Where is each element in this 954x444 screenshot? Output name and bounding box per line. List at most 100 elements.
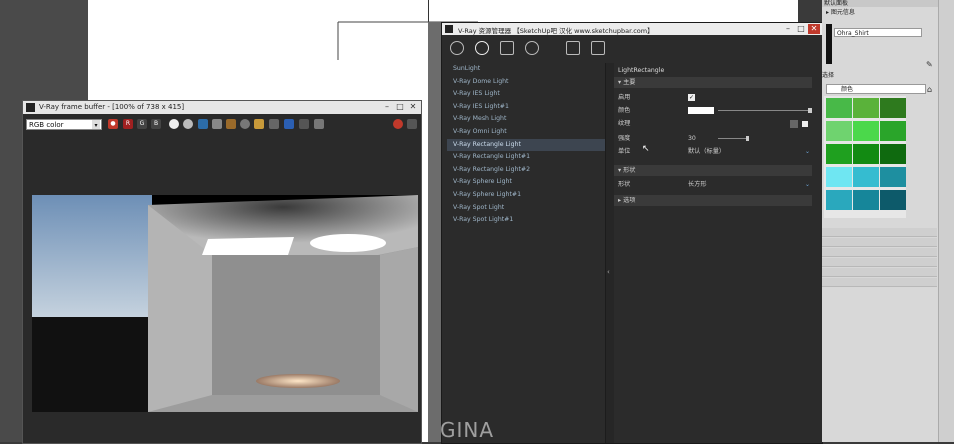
- light-list-item[interactable]: V-Ray Rectangle Light#2: [447, 164, 605, 176]
- home-icon[interactable]: ⌂: [927, 85, 935, 94]
- material-swatch[interactable]: [880, 121, 906, 141]
- track-mouse-icon[interactable]: [240, 119, 250, 129]
- tray-section-bar[interactable]: [822, 268, 937, 277]
- render-scene: [32, 195, 418, 412]
- paint-bucket-icon[interactable]: ✎: [926, 60, 934, 69]
- close-button[interactable]: ✕: [407, 102, 419, 112]
- panel-splitter[interactable]: ‹: [605, 63, 614, 443]
- tray-scrollbar[interactable]: [938, 0, 954, 442]
- color-swatch[interactable]: [688, 107, 714, 114]
- tray-section-bar[interactable]: [822, 258, 937, 267]
- section-options[interactable]: ▸ 选项: [614, 195, 812, 206]
- lens-effects-icon[interactable]: [299, 119, 309, 129]
- intensity-value[interactable]: 30: [688, 133, 696, 144]
- minimize-button[interactable]: –: [782, 24, 794, 34]
- section-main[interactable]: ▾ 主要: [614, 77, 812, 88]
- material-swatch[interactable]: [853, 167, 879, 187]
- clear-image-icon[interactable]: [212, 119, 222, 129]
- green-channel-button[interactable]: G: [137, 119, 147, 129]
- alpha-channel-icon[interactable]: [169, 119, 179, 129]
- enabled-checkbox[interactable]: ✓: [688, 94, 695, 101]
- material-name-field[interactable]: Ohra_Shirt: [834, 28, 922, 37]
- light-list-item[interactable]: V-Ray Rectangle Light#1: [447, 151, 605, 163]
- chevron-down-icon[interactable]: ⌄: [805, 179, 810, 190]
- color-picker-icon[interactable]: ●: [108, 119, 118, 129]
- materials-tab-icon[interactable]: [450, 41, 464, 55]
- red-channel-button[interactable]: R: [123, 119, 133, 129]
- light-list-item[interactable]: V-Ray Rectangle Light: [447, 138, 605, 151]
- blue-channel-button[interactable]: B: [151, 119, 161, 129]
- light-list-item[interactable]: V-Ray Spot Light#1: [447, 214, 605, 226]
- close-button[interactable]: ✕: [808, 24, 820, 34]
- color-slider-handle[interactable]: [808, 108, 812, 113]
- shape-row: 形状 长方形 ⌄: [618, 179, 810, 190]
- mono-channel-icon[interactable]: [183, 119, 193, 129]
- link-icon[interactable]: [269, 119, 279, 129]
- material-swatch[interactable]: [853, 190, 879, 210]
- intensity-label: 强度: [618, 135, 631, 142]
- intensity-slider[interactable]: [718, 138, 748, 139]
- light-list-item[interactable]: V-Ray Mesh Light: [447, 113, 605, 125]
- properties-heading: LightRectangle: [618, 67, 665, 74]
- frame-buffer-titlebar[interactable]: V-Ray frame buffer - [100% of 738 x 415]…: [23, 101, 421, 114]
- section-shape[interactable]: ▾ 形状: [614, 165, 812, 176]
- material-swatch[interactable]: [826, 144, 852, 164]
- save-image-icon[interactable]: [198, 119, 208, 129]
- frame-buffer-window: V-Ray frame buffer - [100% of 738 x 415]…: [22, 100, 422, 444]
- shape-dropdown[interactable]: 长方形: [688, 179, 707, 190]
- light-list-item[interactable]: V-Ray Dome Light: [447, 76, 605, 88]
- texture-map-icon[interactable]: [790, 120, 798, 128]
- material-swatch[interactable]: [880, 167, 906, 187]
- material-swatch[interactable]: [853, 98, 879, 118]
- tray-section-bar[interactable]: [822, 248, 937, 257]
- asset-editor-title: V-Ray 资源管理器 【SketchUp吧 汉化 www.sketchupba…: [458, 27, 654, 35]
- light-list-item[interactable]: V-Ray Omni Light: [447, 126, 605, 138]
- texture-toggle[interactable]: [802, 121, 808, 127]
- material-swatch[interactable]: [880, 98, 906, 118]
- light-list-item[interactable]: V-Ray Spot Light: [447, 202, 605, 214]
- light-list-item[interactable]: V-Ray Sphere Light#1: [447, 189, 605, 201]
- light-list: SunLight V-Ray Dome Light V-Ray IES Light V…: [447, 63, 607, 443]
- region-render-icon[interactable]: [254, 119, 264, 129]
- light-list-item[interactable]: V-Ray IES Light: [447, 88, 605, 100]
- duplicate-icon[interactable]: [226, 119, 236, 129]
- material-category-select[interactable]: 颜色: [826, 84, 926, 94]
- tray-section-bar[interactable]: [822, 228, 937, 237]
- maximize-button[interactable]: □: [394, 102, 406, 112]
- stop-render-icon[interactable]: [393, 119, 403, 129]
- tray-item-entity-info[interactable]: ▸ 图元信息: [826, 9, 936, 17]
- material-swatch[interactable]: [880, 144, 906, 164]
- material-swatch[interactable]: [853, 144, 879, 164]
- output-icon[interactable]: [591, 41, 605, 55]
- render-icon[interactable]: [407, 119, 417, 129]
- light-list-item[interactable]: SunLight: [447, 63, 605, 75]
- section-main-label: 主要: [623, 79, 636, 86]
- frame-buffer-title: V-Ray frame buffer - [100% of 738 x 415]: [39, 103, 185, 111]
- material-swatch[interactable]: [853, 121, 879, 141]
- tray-section-bar[interactable]: [822, 238, 937, 247]
- light-list-item[interactable]: V-Ray IES Light#1: [447, 101, 605, 113]
- material-swatch[interactable]: [880, 190, 906, 210]
- material-swatch[interactable]: [826, 167, 852, 187]
- intensity-slider-handle[interactable]: [746, 136, 749, 141]
- lights-tab-icon[interactable]: [475, 41, 489, 55]
- material-preview: [826, 24, 832, 64]
- geometry-tab-icon[interactable]: [500, 41, 514, 55]
- material-swatch[interactable]: [826, 121, 852, 141]
- select-tab[interactable]: 选择: [822, 70, 844, 79]
- minimize-button[interactable]: –: [381, 102, 393, 112]
- textures-tab-icon[interactable]: [525, 41, 539, 55]
- color-slider[interactable]: [718, 110, 810, 111]
- history-icon[interactable]: [284, 119, 294, 129]
- stereo-icon[interactable]: [314, 119, 324, 129]
- units-dropdown[interactable]: 默认（标量）: [688, 146, 725, 157]
- light-list-item[interactable]: V-Ray Sphere Light: [447, 176, 605, 188]
- channel-select[interactable]: RGB color ▾: [26, 119, 102, 130]
- maximize-button[interactable]: □: [795, 24, 807, 34]
- material-swatch[interactable]: [826, 190, 852, 210]
- material-swatch[interactable]: [826, 98, 852, 118]
- render-settings-icon[interactable]: [566, 41, 580, 55]
- chevron-down-icon[interactable]: ⌄: [805, 146, 810, 157]
- asset-editor-titlebar[interactable]: V-Ray 资源管理器 【SketchUp吧 汉化 www.sketchupba…: [442, 23, 822, 35]
- tray-section-bar[interactable]: [822, 278, 937, 287]
